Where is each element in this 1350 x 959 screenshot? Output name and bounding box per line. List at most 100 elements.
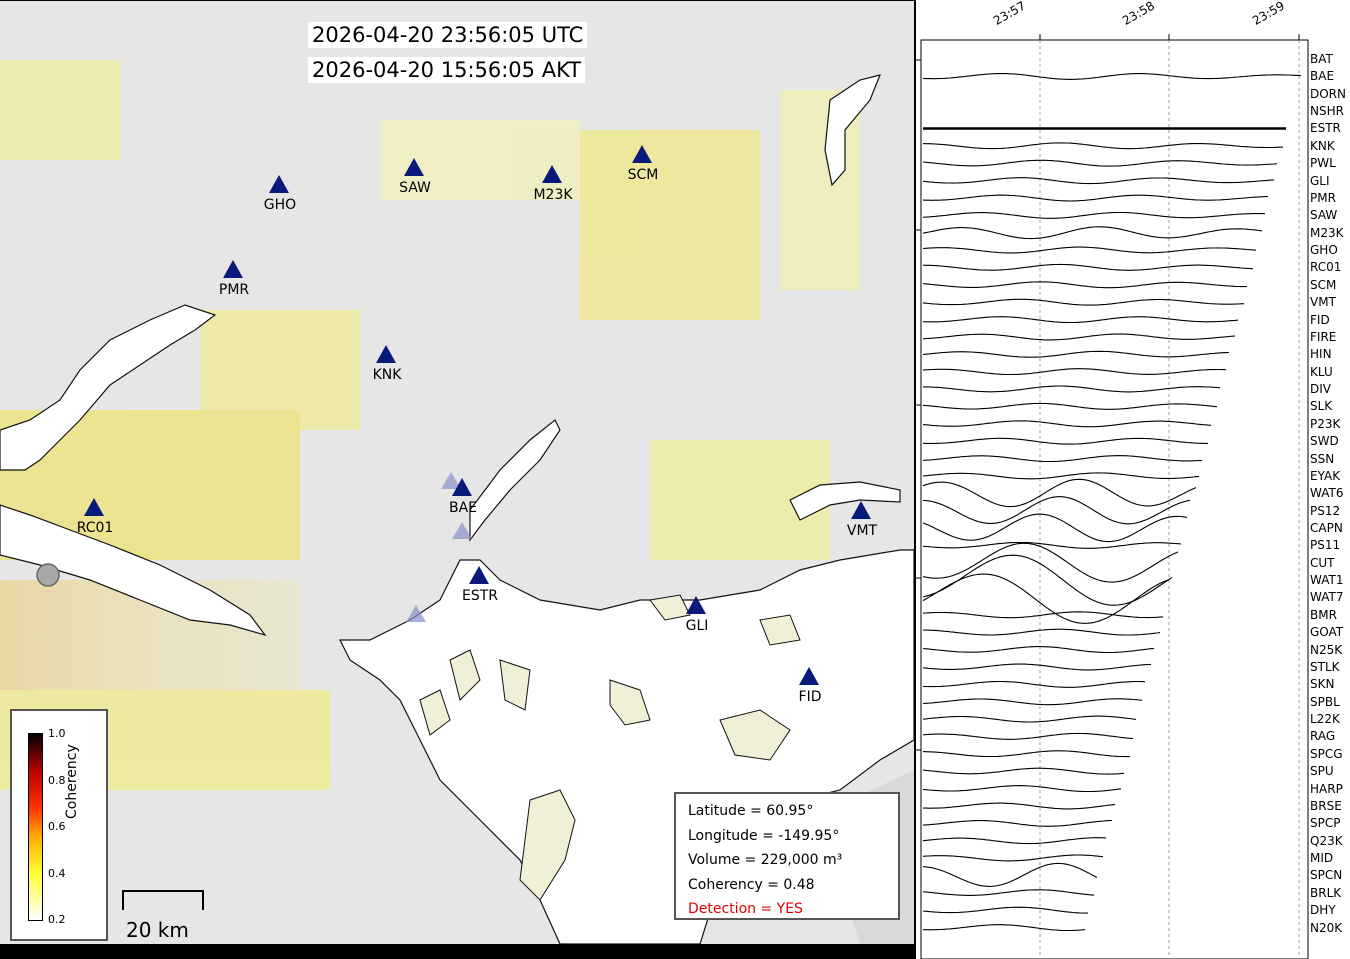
station-label: PMR: [218, 282, 250, 298]
station-label: KNK: [372, 367, 402, 383]
station-triangle-icon: [686, 596, 706, 614]
trace-knk: [922, 142, 1284, 150]
station-label: VMT: [846, 523, 878, 539]
trace-pmr: [922, 194, 1269, 202]
trace-label-gli: GLI: [1310, 173, 1330, 188]
station-triangle-icon: [84, 498, 104, 516]
station-triangle-icon: [469, 566, 489, 584]
trace-rag: [922, 732, 1134, 740]
colorbar-title: Coherency: [64, 744, 80, 819]
station-label: RC01: [76, 520, 114, 536]
trace-label-goat: GOAT: [1310, 625, 1344, 640]
trace-label-wat6: WAT6: [1310, 486, 1344, 501]
trace-brse: [923, 802, 1116, 810]
scale-bar: [122, 890, 204, 910]
latitude-text: Latitude = 60.95°: [688, 803, 814, 819]
trace-label-fire: FIRE: [1310, 329, 1337, 344]
station-label: SCM: [627, 167, 659, 183]
trace-harp: [922, 785, 1122, 793]
detection-text: Detection = YES: [688, 901, 803, 917]
station-triangle-icon: [452, 478, 472, 496]
station-label: FID: [798, 689, 822, 705]
trace-fire: [922, 333, 1236, 341]
trace-label-eyak: EYAK: [1310, 468, 1341, 483]
station-triangle-icon: [269, 175, 289, 193]
trace-scm: [922, 281, 1247, 289]
volume-text: Volume = 229,000 m³: [688, 852, 843, 868]
station-triangle-icon: [851, 501, 871, 519]
trace-capn: [922, 513, 1188, 543]
trace-label-wat1: WAT1: [1310, 573, 1344, 588]
trace-wat1: [922, 554, 1173, 606]
trace-label-rc01: RC01: [1310, 260, 1342, 275]
trace-hin: [922, 350, 1230, 358]
trace-l22k: [922, 715, 1137, 723]
trace-label-pwl: PWL: [1310, 156, 1336, 171]
trace-label-l22k: L22K: [1310, 712, 1340, 727]
trace-spcn: [922, 862, 1098, 887]
trace-label-div: DIV: [1310, 382, 1331, 397]
trace-label-spbl: SPBL: [1310, 694, 1340, 709]
station-label: BAE: [448, 500, 478, 516]
trace-label-capn: CAPN: [1310, 520, 1343, 535]
trace-klu: [922, 368, 1227, 376]
trace-plot: [916, 34, 1309, 959]
scale-label: 20 km: [126, 918, 189, 942]
map-top-border: [0, 0, 914, 1]
trace-bae: [922, 73, 1302, 80]
trace-label-spu: SPU: [1310, 764, 1334, 779]
map-panel[interactable]: 2026-04-20 23:56:05 UTC 2026-04-20 15:56…: [0, 0, 914, 944]
trace-saw: [922, 211, 1266, 219]
trace-label-dhy: DHY: [1310, 903, 1336, 918]
trace-label-knk: KNK: [1310, 138, 1335, 153]
trace-q23k: [922, 837, 1107, 845]
station-triangle-icon: [632, 145, 652, 163]
colorbar-tick: 0.4: [48, 867, 66, 880]
station-triangle-icon: [223, 260, 243, 278]
station-label: M23K: [533, 187, 573, 203]
trace-label-saw: SAW: [1310, 208, 1338, 223]
colorbar-tick: 1.0: [48, 727, 66, 740]
trace-n25k: [922, 646, 1155, 654]
trace-label-nshr: NSHR: [1310, 104, 1344, 119]
trace-label-swd: SWD: [1310, 434, 1339, 449]
trace-label-brlk: BRLK: [1310, 885, 1342, 900]
trace-mid: [922, 854, 1104, 862]
station-label: SAW: [399, 180, 431, 196]
trace-label-wat7: WAT7: [1310, 590, 1344, 605]
trace-brlk: [922, 889, 1095, 896]
trace-label-pmr: PMR: [1310, 190, 1336, 205]
trace-rc01: [922, 263, 1254, 271]
trace-spu: [922, 767, 1125, 775]
trace-label-scm: SCM: [1310, 277, 1337, 292]
trace-label-m23k: M23K: [1310, 225, 1344, 240]
trace-label-ps12: PS12: [1310, 503, 1341, 518]
station-label: ESTR: [461, 588, 498, 604]
station-label: GLI: [685, 618, 709, 634]
trace-spcg: [922, 750, 1130, 758]
trace-label-klu: KLU: [1310, 364, 1333, 379]
station-triangle-icon: [799, 667, 819, 685]
trace-label-gho: GHO: [1310, 243, 1338, 258]
trace-label-vmt: VMT: [1310, 295, 1336, 310]
trace-p23k: [922, 420, 1212, 428]
trace-frame: [920, 39, 1309, 959]
trace-stlk: [922, 663, 1152, 671]
trace-pwl: [922, 159, 1278, 167]
trace-gli: [922, 177, 1275, 185]
trace-slk: [922, 402, 1218, 410]
trace-label-harp: HARP: [1310, 781, 1343, 796]
trace-swd: [922, 437, 1208, 445]
trace-spcp: [922, 819, 1113, 827]
trace-skn: [923, 680, 1146, 688]
trace-cut: [922, 542, 1179, 583]
colorbar-tick: 0.8: [48, 774, 66, 787]
trace-label-stlk: STLK: [1310, 659, 1340, 674]
trace-eyak: [922, 472, 1200, 480]
colorbar-tick: 0.2: [48, 913, 66, 926]
trace-label-p23k: P23K: [1310, 416, 1341, 431]
trace-panel[interactable]: 23:57 23:58 23:59 BAT BAE DORN NSHR ESTR KNK PWL…: [916, 0, 1350, 959]
map-bottom-border: [0, 944, 914, 959]
station-triangle-icon: [404, 158, 424, 176]
longitude-text: Longitude = -149.95°: [688, 827, 840, 844]
